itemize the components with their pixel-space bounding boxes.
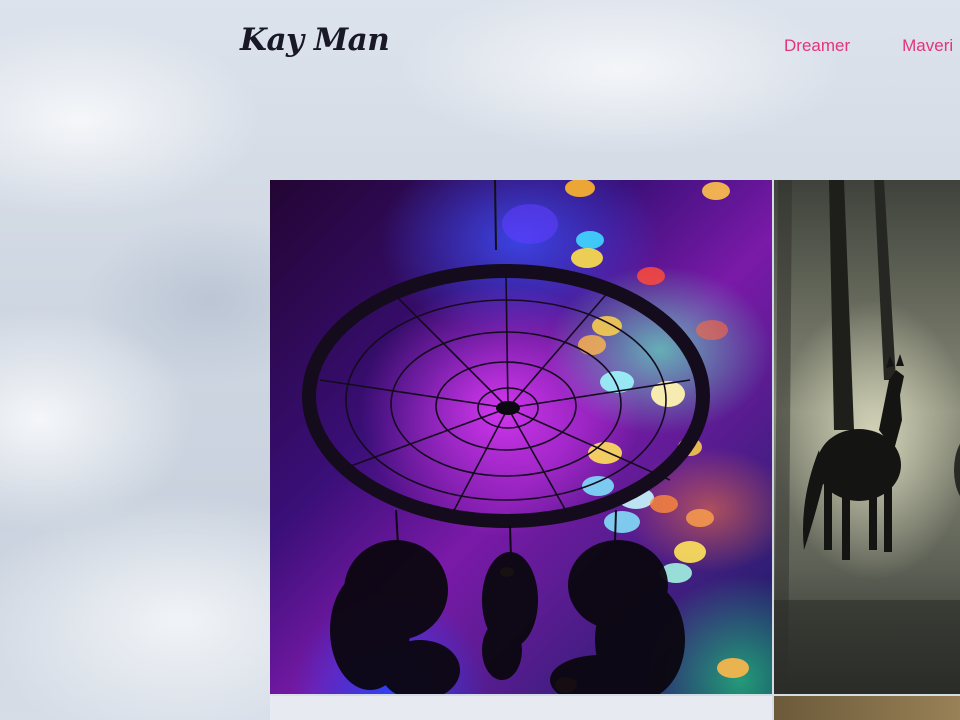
nav-link-dreamer[interactable]: Dreamer	[784, 36, 850, 56]
gallery-image-horses[interactable]	[774, 180, 960, 694]
site-header: Kay Man Dreamer Maveri	[0, 0, 960, 95]
image-gallery	[270, 180, 960, 720]
tree-trunk	[874, 180, 896, 380]
gallery-image-row2-right[interactable]	[774, 696, 960, 720]
dreamcatcher-web	[319, 274, 691, 519]
main-nav: Dreamer Maveri	[784, 36, 953, 56]
horses-in-mist-image	[774, 180, 960, 694]
dreamcatcher-image	[302, 180, 749, 694]
gallery-image-dreamcatcher[interactable]	[270, 180, 772, 694]
horse-silhouette	[803, 354, 904, 560]
dreamcatcher-feathers	[330, 509, 685, 694]
nav-link-maverick[interactable]: Maveri	[902, 36, 953, 56]
site-logo[interactable]: Kay Man	[240, 22, 390, 58]
gallery-image-row2-left[interactable]	[270, 696, 772, 720]
tree-trunk	[829, 180, 854, 430]
